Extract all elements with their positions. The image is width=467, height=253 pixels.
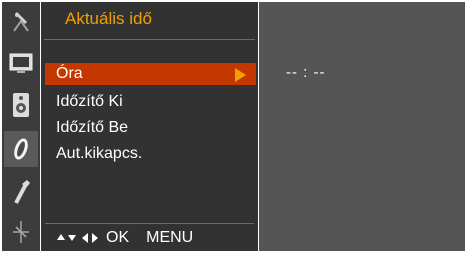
- title-divider: [44, 39, 255, 40]
- screen-icon[interactable]: [4, 45, 38, 81]
- menu-item-label: Időzítő Ki: [56, 93, 123, 110]
- up-down-arrows-icon: [57, 233, 76, 241]
- menu-item-aut-kikapcs[interactable]: Aut.kikapcs.: [45, 143, 256, 165]
- wrench-icon[interactable]: [4, 174, 38, 210]
- footer-hints: OK MENU: [45, 223, 254, 251]
- tv-osd-screen: Aktuális idő Óra Időzítő Ki Időzítő Be A…: [0, 0, 467, 253]
- menu-item-ora[interactable]: Óra: [45, 63, 256, 85]
- menu-item-label: Óra: [56, 65, 83, 82]
- ok-hint: OK: [106, 228, 130, 246]
- time-value: -- : --: [286, 64, 326, 81]
- menu-item-label: Időzítő Be: [56, 119, 129, 136]
- left-right-arrows-icon: [82, 232, 98, 243]
- menu-item-label: Aut.kikapcs.: [56, 145, 143, 162]
- menu-hint: MENU: [146, 228, 194, 246]
- cross-icon[interactable]: [4, 214, 38, 250]
- clock-icon[interactable]: [4, 131, 38, 167]
- menu-item-idozito-ki[interactable]: Időzítő Ki: [45, 91, 256, 113]
- sidebar: [2, 2, 40, 251]
- menu-item-idozito-be[interactable]: Időzítő Be: [45, 117, 256, 139]
- speaker-icon[interactable]: [4, 87, 38, 123]
- antenna-icon[interactable]: [4, 4, 38, 40]
- menu-panel: Aktuális idő Óra Időzítő Ki Időzítő Be A…: [41, 2, 258, 251]
- menu-title: Aktuális idő: [65, 9, 152, 28]
- arrow-right-icon: [235, 68, 246, 82]
- value-panel: -- : --: [259, 2, 465, 251]
